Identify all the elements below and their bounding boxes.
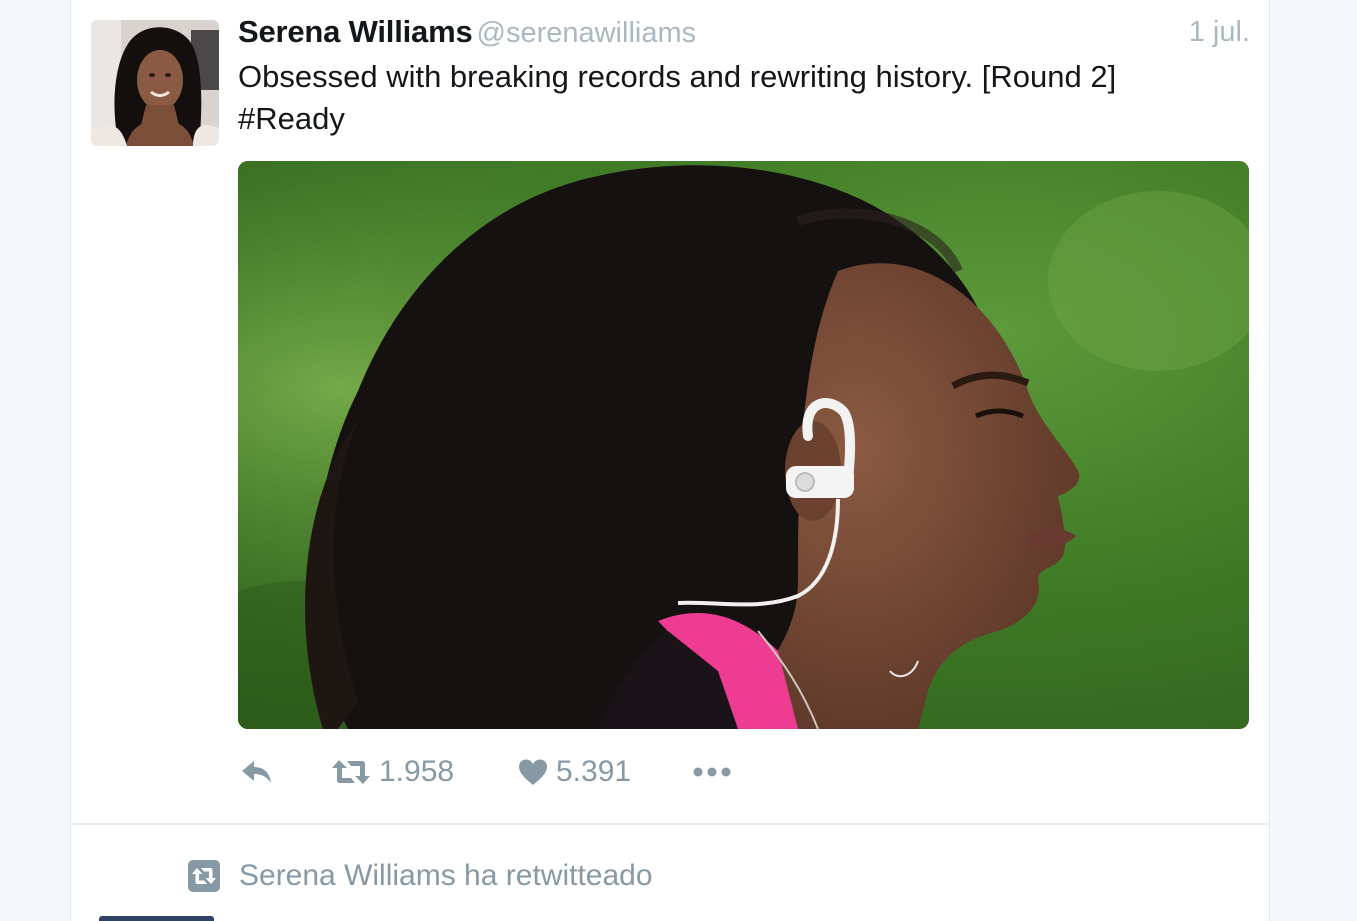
user-handle[interactable]: @serenawilliams xyxy=(477,17,697,49)
hashtag-link[interactable]: #Ready xyxy=(238,98,1238,140)
retweet-square-icon xyxy=(187,859,221,893)
reply-button[interactable] xyxy=(240,750,274,794)
avatar-photo xyxy=(91,20,219,146)
tweet-text-line: Obsessed with breaking records and rewri… xyxy=(238,59,1117,94)
photo-image xyxy=(238,161,1249,729)
tweet-actions: 1.958 5.391 xyxy=(238,750,838,794)
timeline-card: Serena Williams @serenawilliams 1 jul. Ob… xyxy=(70,0,1270,921)
tweet-divider xyxy=(71,823,1269,825)
reply-icon xyxy=(240,759,274,785)
tweet-media-photo[interactable] xyxy=(238,161,1249,729)
user-fullname[interactable]: Serena Williams xyxy=(238,14,473,49)
tweet-text: Obsessed with breaking records and rewri… xyxy=(238,56,1238,140)
next-tweet-avatar[interactable] xyxy=(99,916,214,921)
retweet-context[interactable]: Serena Williams ha retwitteado xyxy=(187,856,653,896)
like-button[interactable]: 5.391 xyxy=(518,750,631,794)
retweet-context-text: Serena Williams ha retwitteado xyxy=(239,859,653,892)
like-count: 5.391 xyxy=(556,755,632,788)
retweet-button[interactable]: 1.958 xyxy=(331,750,454,794)
more-button[interactable] xyxy=(693,750,731,794)
tweet-header: Serena Williams @serenawilliams 1 jul. xyxy=(238,14,1250,54)
more-dots-icon xyxy=(693,766,731,778)
avatar[interactable] xyxy=(91,20,219,146)
tweet-timestamp[interactable]: 1 jul. xyxy=(1189,16,1250,49)
heart-icon xyxy=(518,758,548,786)
retweet-icon xyxy=(331,758,371,786)
tweet[interactable]: Serena Williams @serenawilliams 1 jul. Ob… xyxy=(71,0,1269,825)
retweet-count: 1.958 xyxy=(379,755,455,788)
